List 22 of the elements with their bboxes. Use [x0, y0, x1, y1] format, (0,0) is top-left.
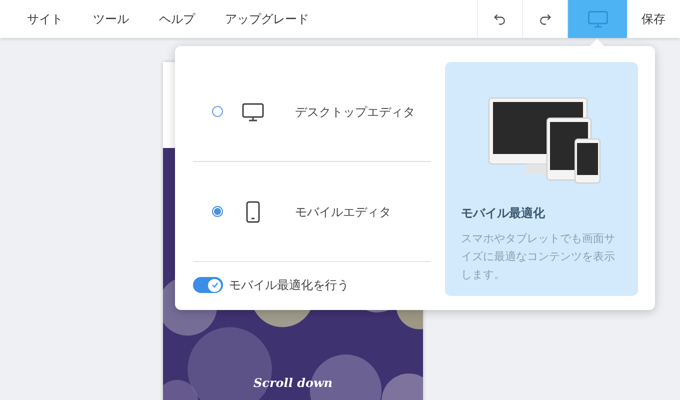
editor-option[interactable]: モバイルエディタ	[193, 162, 431, 262]
toggle-switch[interactable]	[193, 277, 223, 293]
menu-item[interactable]: アップグレード	[225, 10, 309, 28]
desktop-icon	[586, 8, 608, 30]
editor-option[interactable]: デスクトップエディタ	[193, 62, 431, 162]
toolbar-button[interactable]	[477, 0, 522, 38]
menu-item[interactable]: サイト	[27, 10, 63, 28]
toolbar-button[interactable]	[567, 0, 627, 38]
option-label: デスクトップエディタ	[295, 104, 415, 120]
info-description: スマホやタブレットでも画面サイズに最適なコンテンツを表示します。	[461, 232, 616, 283]
undo-icon	[493, 12, 507, 26]
radio-button[interactable]	[212, 206, 223, 217]
check-icon	[210, 281, 218, 289]
menu-item[interactable]: ツール	[93, 10, 129, 28]
save-button[interactable]: 保存	[627, 0, 680, 38]
scroll-caption: Scroll down	[253, 375, 333, 392]
radio-button[interactable]	[212, 106, 223, 117]
menu-item[interactable]: ヘルプ	[159, 10, 195, 28]
option-label: モバイルエディタ	[295, 204, 391, 220]
toggle-label: モバイル最適化を行う	[229, 277, 349, 294]
info-title: モバイル最適化	[461, 205, 546, 222]
redo-icon	[538, 12, 552, 26]
